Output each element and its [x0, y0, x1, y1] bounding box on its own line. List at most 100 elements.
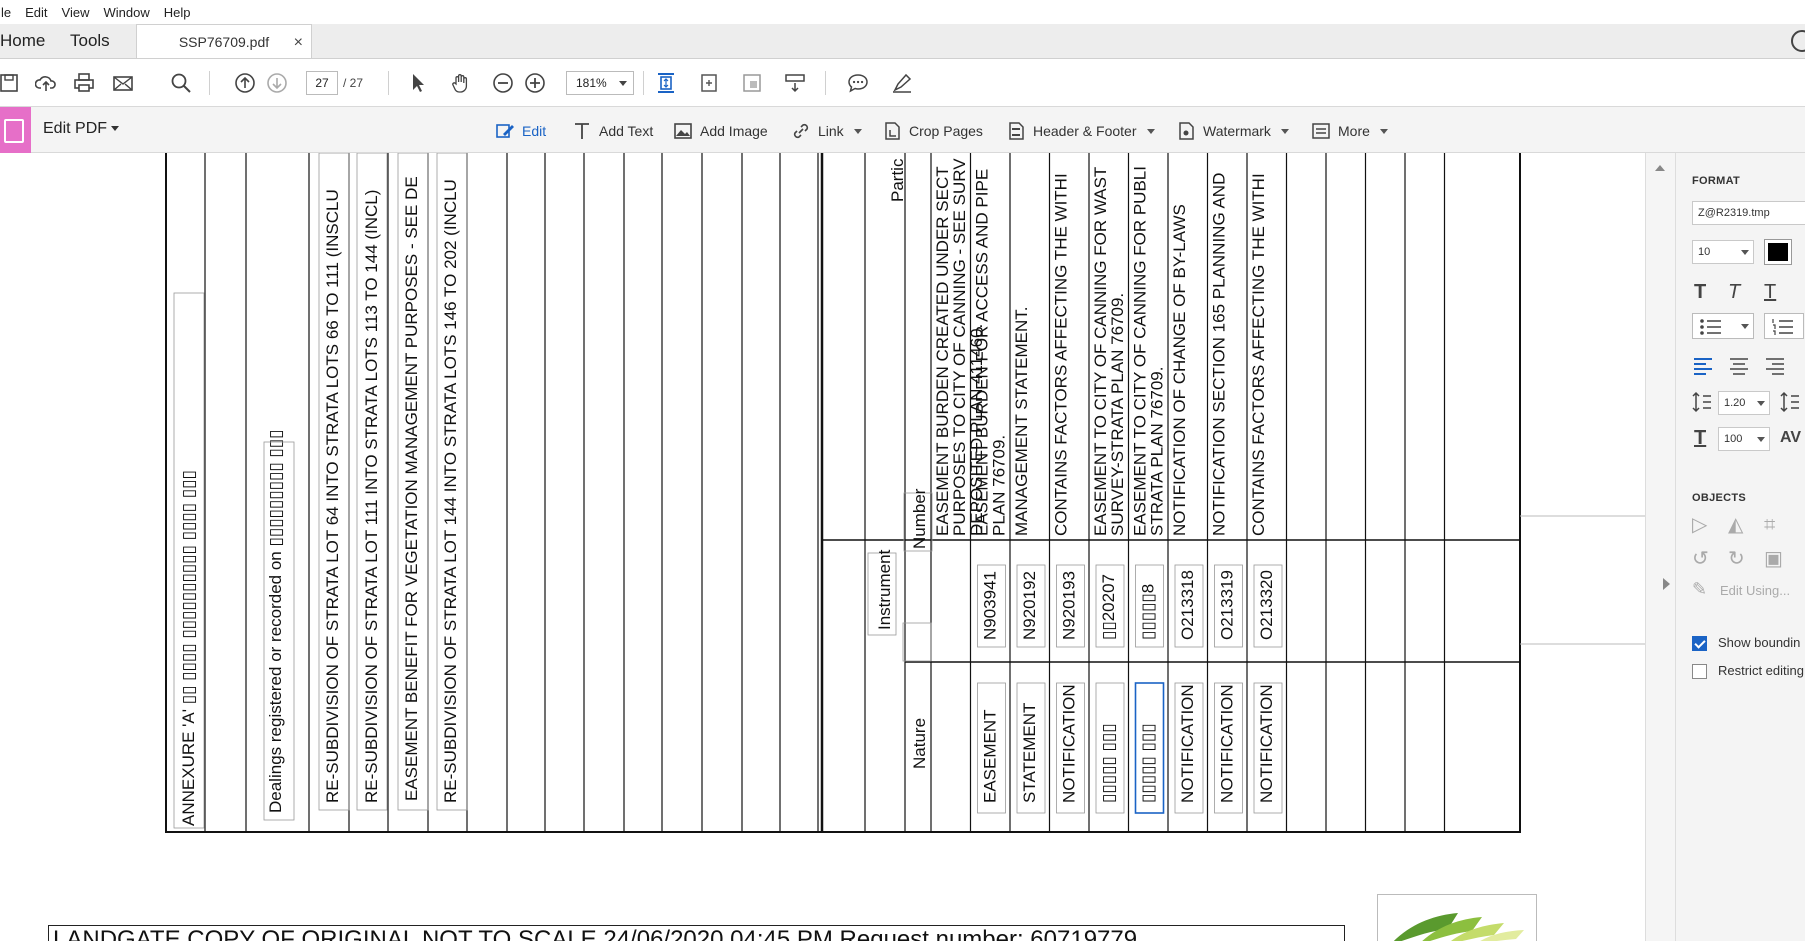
select-cursor-icon[interactable]	[405, 70, 431, 96]
page-number-input[interactable]: 27	[306, 71, 338, 95]
highlight-pen-icon[interactable]	[889, 70, 915, 96]
edit-using-pencil-icon: ✎	[1692, 579, 1708, 599]
dealing-text-1: RE-SUBDIVISION OF STRATA LOT 64 INTO STR…	[323, 189, 342, 803]
row-particulars-text: CONTAINS FACTORS AFFECTING THE WITHI	[1052, 173, 1071, 536]
row-number-text: ▯▯▯▯▯8	[1139, 584, 1158, 640]
rotate-left-icon[interactable]: ↺	[1692, 549, 1709, 569]
numbered-list-select[interactable]	[1764, 313, 1804, 339]
edit-pdf-title[interactable]: Edit PDF	[43, 120, 120, 138]
row-number-text: O213320	[1257, 570, 1276, 640]
horizontal-scaling-select[interactable]: 100	[1718, 427, 1770, 451]
dealing-text-4: RE-SUBDIVISION OF STRATA LOT 144 INTO ST…	[441, 179, 460, 803]
vertical-scrollbar[interactable]	[1645, 153, 1675, 941]
collapse-panel-icon[interactable]	[1663, 578, 1670, 590]
horizontal-scaling-icon[interactable]: T	[1694, 428, 1706, 448]
comment-icon[interactable]	[845, 70, 871, 96]
rotate-view-icon[interactable]	[696, 70, 722, 96]
align-center-icon[interactable]	[1728, 357, 1750, 375]
zoom-level-select[interactable]: 181%	[566, 71, 634, 95]
add-image-button[interactable]: Add Image	[673, 119, 768, 143]
toolbar-separator	[825, 71, 826, 95]
chevron-down-icon	[1757, 401, 1765, 406]
text-underline-icon[interactable]: T	[1764, 282, 1776, 302]
character-spacing-icon[interactable]: AV	[1780, 430, 1801, 446]
document-view[interactable]: ANNEXURE 'A' ▯▯ ▯▯▯▯ ▯▯▯▯▯▯▯▯▯▯ ▯▯▯▯ ▯▯▯…	[0, 153, 1645, 941]
align-left-icon[interactable]	[1692, 357, 1714, 375]
edit-pdf-toolbar: Edit PDF Edit Add Text Add Image Link Cr…	[0, 107, 1805, 153]
annexure-label: ANNEXURE 'A' ▯▯ ▯▯▯▯ ▯▯▯▯▯▯▯▯▯▯ ▯▯▯▯ ▯▯▯	[179, 470, 198, 826]
replace-image-icon[interactable]: ▣	[1764, 549, 1783, 569]
full-screen-icon[interactable]	[739, 70, 765, 96]
restrict-editing-checkbox[interactable]	[1692, 664, 1707, 679]
text-italic-icon[interactable]: T	[1728, 282, 1740, 302]
rotate-right-icon[interactable]: ↻	[1728, 549, 1745, 569]
add-text-button[interactable]: Add Text	[572, 119, 653, 143]
upload-cloud-icon[interactable]	[33, 70, 59, 96]
more-button[interactable]: More	[1311, 119, 1388, 143]
document-page: ANNEXURE 'A' ▯▯ ▯▯▯▯ ▯▯▯▯▯▯▯▯▯▯ ▯▯▯▯ ▯▯▯…	[165, 153, 1645, 833]
show-bounding-boxes-checkbox[interactable]	[1692, 636, 1707, 651]
zoom-out-icon[interactable]	[490, 70, 516, 96]
scroll-mode-icon[interactable]	[782, 70, 808, 96]
watermark-button-label: Watermark	[1203, 123, 1271, 139]
chevron-down-icon	[1741, 250, 1749, 255]
align-right-icon[interactable]	[1764, 357, 1786, 375]
nature-header: Nature	[910, 718, 929, 769]
instrument-header: Instrument	[875, 549, 894, 630]
fit-page-icon[interactable]	[653, 70, 679, 96]
print-icon[interactable]	[71, 70, 97, 96]
text-bold-icon[interactable]: T	[1694, 282, 1706, 302]
row-particulars-text: CONTAINS FACTORS AFFECTING THE WITHI	[1249, 173, 1268, 536]
flip-vertical-icon[interactable]: ▷	[1692, 515, 1707, 535]
landgate-logo	[1377, 894, 1537, 941]
header-footer-icon	[1009, 122, 1024, 140]
add-text-icon	[575, 123, 589, 139]
header-footer-button[interactable]: Header & Footer	[1006, 119, 1155, 143]
scroll-up-icon[interactable]	[1655, 165, 1665, 171]
crop-icon[interactable]: ⌗	[1764, 515, 1775, 535]
crop-pages-button[interactable]: Crop Pages	[882, 119, 983, 143]
toolbar-separator	[388, 71, 389, 95]
tab-document[interactable]: SSP76709.pdf ×	[136, 24, 312, 58]
search-icon[interactable]	[168, 70, 194, 96]
menu-view[interactable]: View	[55, 5, 97, 20]
help-icon[interactable]	[1791, 30, 1805, 52]
watermark-button[interactable]: Watermark	[1176, 119, 1289, 143]
chevron-down-icon	[1757, 437, 1765, 442]
zoom-in-icon[interactable]	[522, 70, 548, 96]
next-page-icon[interactable]	[264, 70, 290, 96]
tab-home[interactable]: Home	[0, 24, 66, 58]
bullet-list-select[interactable]	[1692, 313, 1754, 339]
toolbar-separator	[209, 71, 210, 95]
menu-window[interactable]: Window	[96, 5, 156, 20]
save-icon[interactable]	[0, 70, 22, 96]
menu-help[interactable]: Help	[157, 5, 198, 20]
email-icon[interactable]	[110, 70, 136, 96]
paragraph-spacing-icon[interactable]	[1780, 391, 1800, 413]
line-spacing-icon[interactable]	[1692, 391, 1712, 413]
menu-edit[interactable]: Edit	[18, 5, 54, 20]
tab-tools[interactable]: Tools	[66, 24, 136, 58]
hand-tool-icon[interactable]	[448, 70, 474, 96]
add-text-button-label: Add Text	[599, 123, 654, 139]
font-color-picker[interactable]	[1764, 239, 1792, 265]
row-number-text: N903941	[981, 571, 1000, 640]
objects-heading: OBJECTS	[1692, 492, 1747, 504]
link-button[interactable]: Link	[791, 119, 862, 143]
chevron-down-icon	[619, 81, 627, 86]
acrobat-window: le Edit View Window Help Home Tools SSP7…	[0, 0, 1805, 941]
edit-pdf-tool-icon[interactable]	[0, 107, 31, 153]
dealing-text-3: EASEMENT BENEFIT FOR VEGETATION MANAGEME…	[402, 176, 421, 801]
font-name-select[interactable]: Z@R2319.tmp	[1692, 201, 1805, 225]
edit-using-button[interactable]: Edit Using...	[1720, 583, 1790, 598]
edit-button[interactable]: Edit	[495, 119, 546, 143]
close-tab-icon[interactable]: ×	[294, 34, 303, 52]
menu-file[interactable]: le	[0, 5, 18, 20]
document-tab-label: SSP76709.pdf	[178, 33, 270, 50]
flip-horizontal-icon[interactable]: ◭	[1728, 515, 1743, 535]
font-size-select[interactable]: 10	[1692, 240, 1754, 264]
row-nature-text: NOTIFICATION	[1178, 684, 1197, 803]
crop-pages-button-label: Crop Pages	[909, 123, 983, 139]
line-spacing-select[interactable]: 1.20	[1718, 391, 1770, 415]
previous-page-icon[interactable]	[232, 70, 258, 96]
